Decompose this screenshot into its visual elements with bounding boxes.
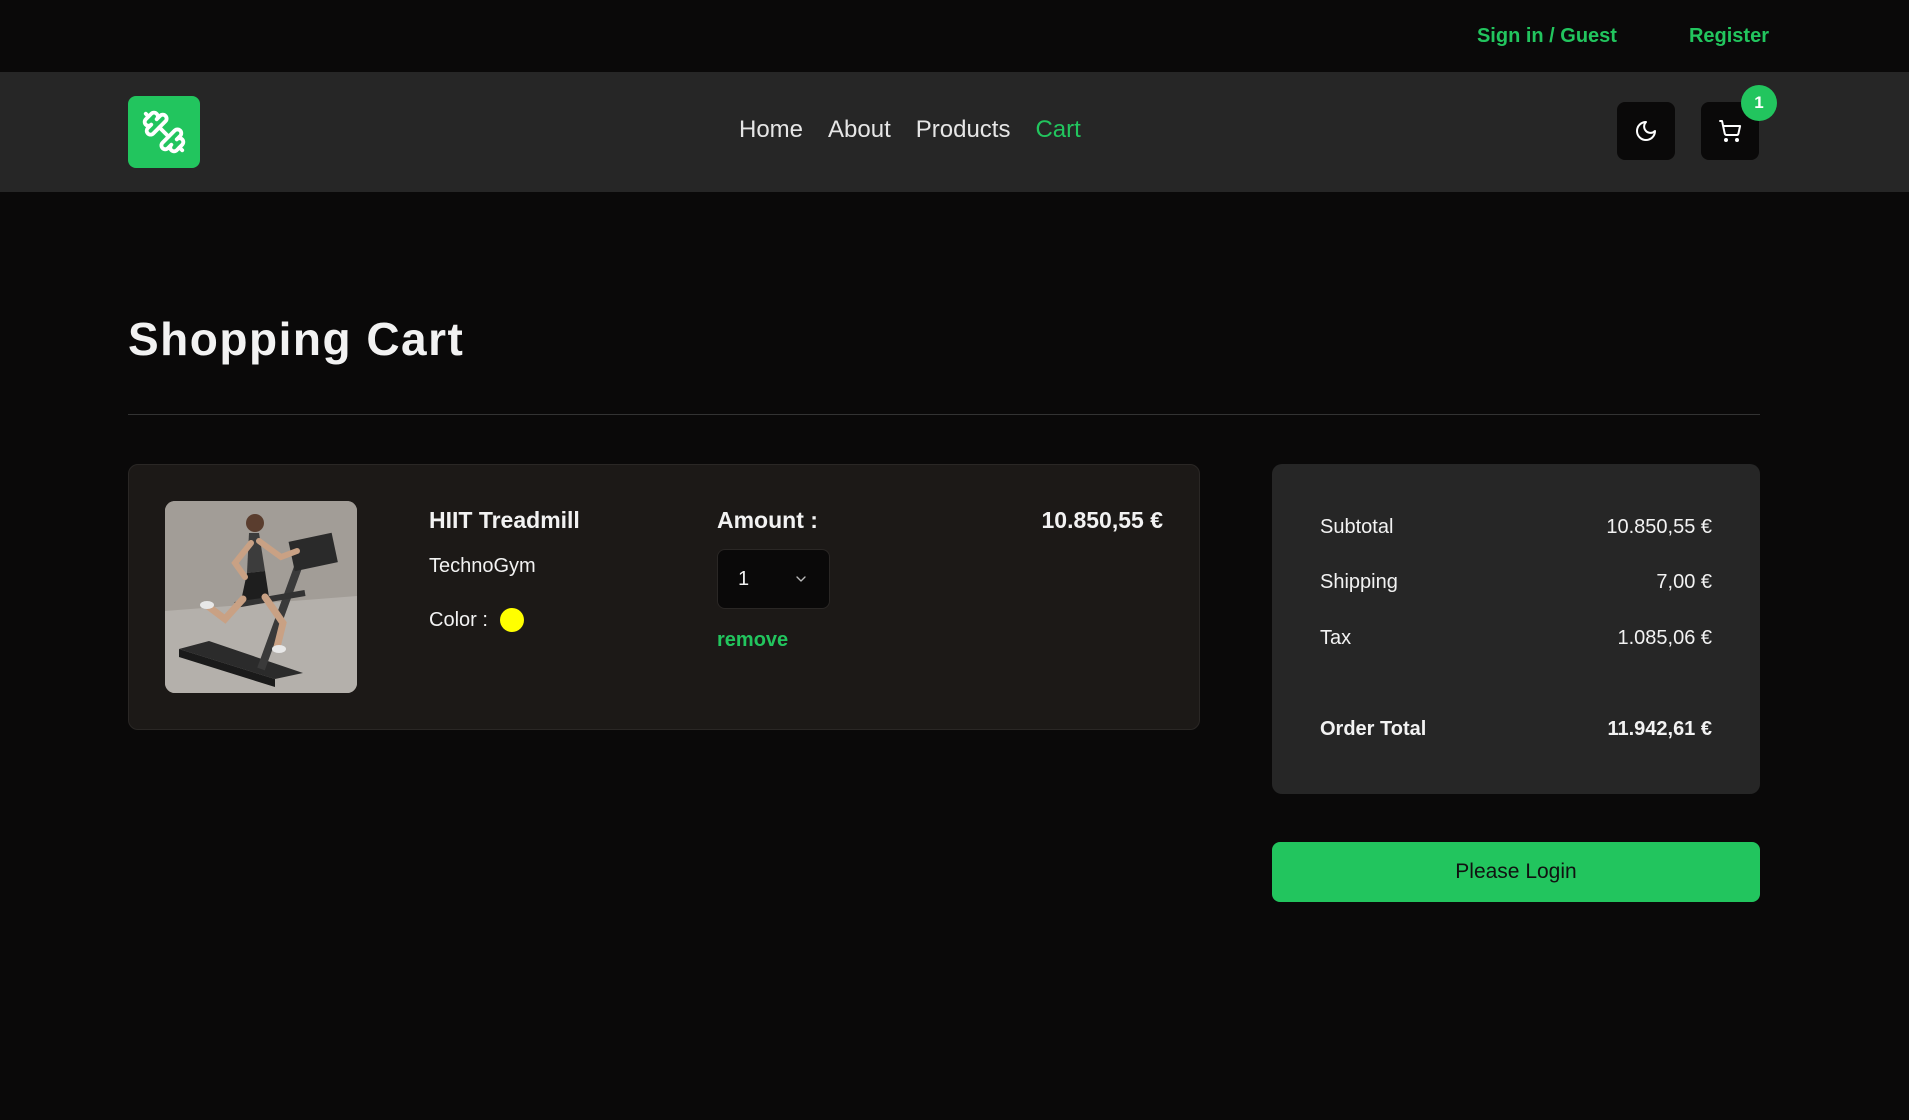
product-brand: TechnoGym: [429, 555, 536, 577]
chevron-down-icon: [796, 576, 806, 582]
cart-count-badge: 1: [1741, 85, 1777, 121]
product-color: Color :: [429, 608, 524, 632]
navbar: Home About Products Cart: [0, 72, 1909, 192]
product-image: [165, 501, 357, 693]
cart-icon: [1719, 120, 1742, 142]
shipping-label: Shipping: [1320, 571, 1398, 593]
page-title: Shopping Cart: [128, 313, 465, 365]
tax-value: 1.085,06 €: [1617, 627, 1712, 649]
moon-icon: [1636, 121, 1656, 141]
product-price: 10.850,55 €: [1041, 507, 1163, 533]
tax-row: Tax 1.085,06 €: [1320, 627, 1712, 650]
logo-dumbbell-icon[interactable]: [128, 96, 200, 168]
order-total-row: Order Total 11.942,61 €: [1320, 718, 1712, 741]
order-total-label: Order Total: [1320, 718, 1427, 740]
color-swatch: [499, 608, 524, 632]
nav-home[interactable]: Home: [739, 116, 803, 144]
theme-toggle-button[interactable]: [1617, 102, 1675, 160]
subtotal-label: Subtotal: [1320, 516, 1394, 538]
main-nav: Home About Products Cart: [739, 116, 1081, 144]
remove-link[interactable]: remove: [717, 629, 788, 652]
amount-select[interactable]: 1: [717, 549, 830, 609]
subtotal-row: Subtotal 10.850,55 €: [1320, 516, 1712, 539]
top-bar: Sign in / Guest Register: [0, 0, 1909, 72]
shipping-row: Shipping 7,00 €: [1320, 571, 1712, 594]
shipping-value: 7,00 €: [1656, 571, 1712, 593]
color-label: Color :: [429, 608, 488, 631]
signin-guest-link[interactable]: Sign in / Guest: [1477, 25, 1617, 48]
amount-value: 1: [738, 567, 750, 590]
amount-label: Amount :: [717, 507, 818, 533]
nav-cart[interactable]: Cart: [1035, 116, 1080, 144]
nav-about[interactable]: About: [828, 116, 891, 144]
divider: [128, 414, 1760, 415]
register-link[interactable]: Register: [1689, 25, 1769, 48]
cart-item: HIIT Treadmill TechnoGym Color : Amount …: [128, 464, 1200, 730]
product-name[interactable]: HIIT Treadmill: [429, 507, 580, 534]
subtotal-value: 10.850,55 €: [1606, 516, 1712, 538]
tax-label: Tax: [1320, 627, 1352, 649]
nav-products[interactable]: Products: [916, 116, 1011, 144]
order-summary: Subtotal 10.850,55 € Shipping 7,00 € Tax…: [1272, 464, 1760, 794]
order-total-value: 11.942,61 €: [1607, 718, 1712, 740]
please-login-button[interactable]: Please Login: [1272, 842, 1760, 902]
